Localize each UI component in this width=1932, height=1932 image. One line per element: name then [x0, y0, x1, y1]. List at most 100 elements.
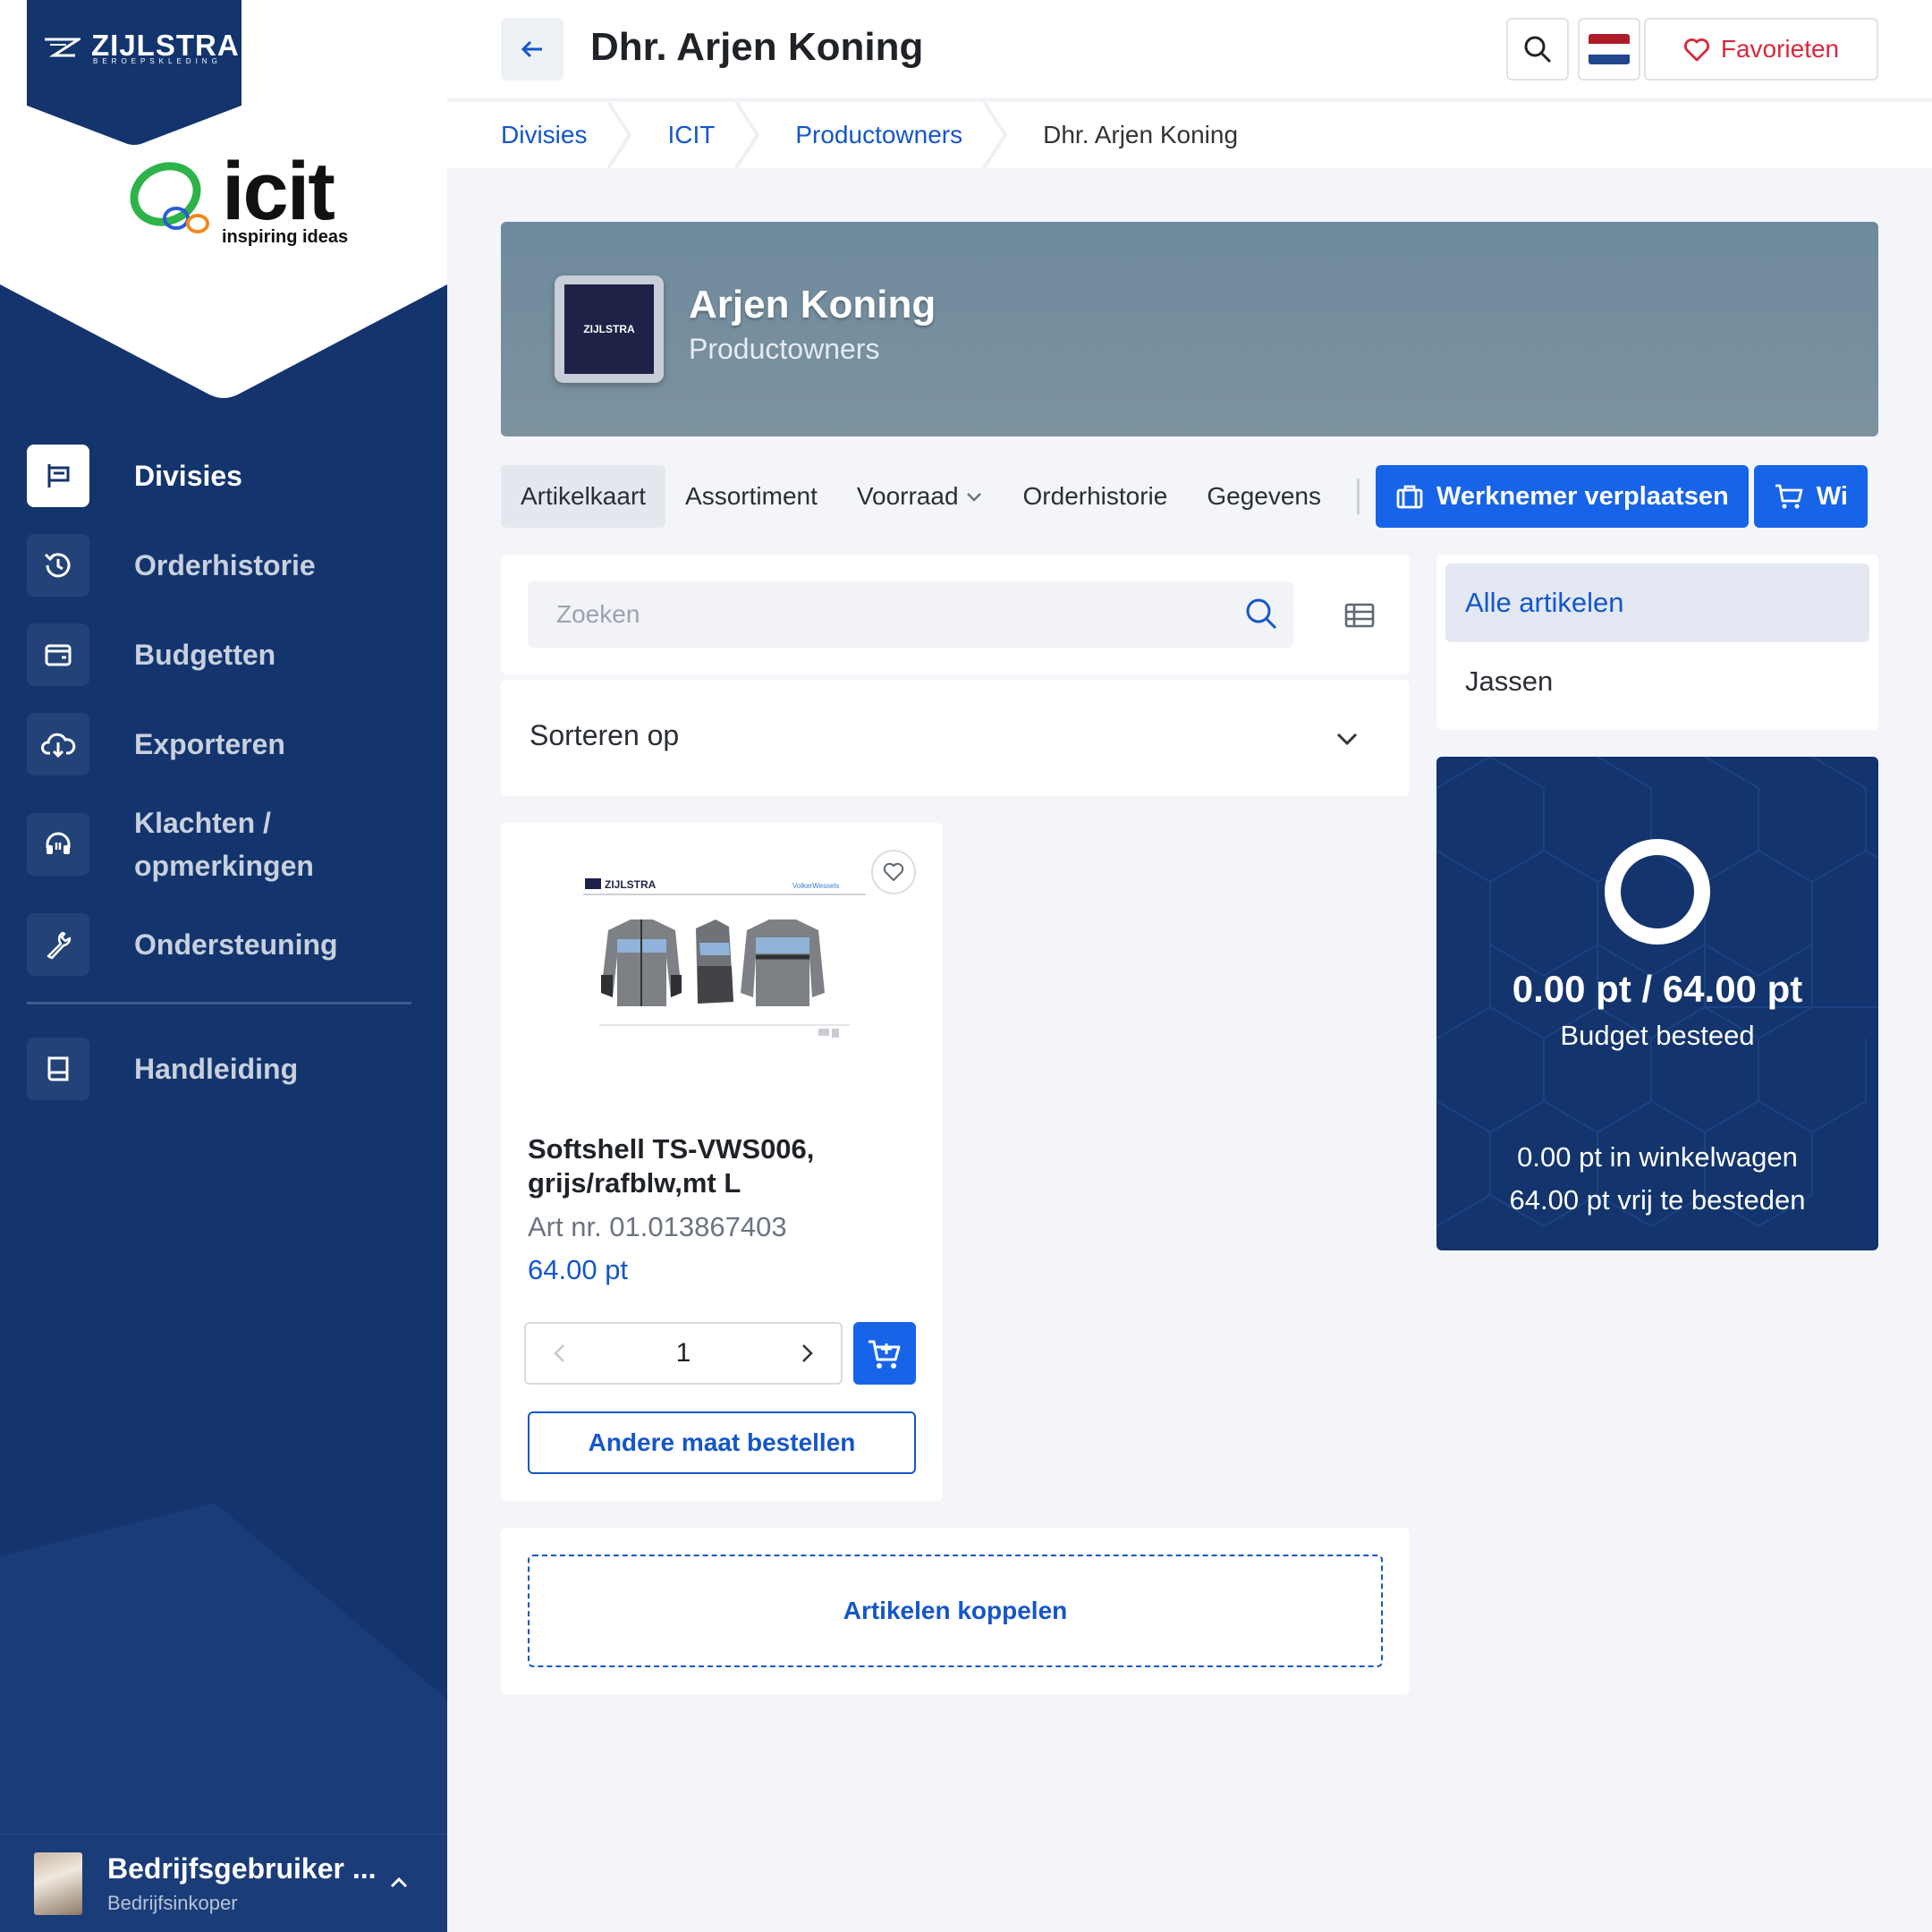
- chevron-left-icon: [554, 1344, 564, 1362]
- chevron-down-icon: [1336, 733, 1358, 746]
- sidebar-item-handleiding[interactable]: Handleiding: [27, 1037, 411, 1101]
- sidebar-item-label: Divisies: [134, 460, 242, 492]
- sidebar-item-budgetten[interactable]: Budgetten: [27, 623, 411, 687]
- tab-gegevens[interactable]: Gegevens: [1187, 465, 1341, 528]
- briefcase-icon: [1396, 485, 1423, 509]
- budget-progress-ring: [1605, 839, 1710, 945]
- budget-spent: 0.00 pt / 64.00 pt: [1512, 968, 1803, 1010]
- wrench-icon: [27, 913, 89, 976]
- dutch-flag-icon: [1589, 34, 1630, 64]
- chevron-down-icon: [966, 493, 981, 502]
- sidebar-item-label: Ondersteuning: [134, 928, 338, 961]
- heart-icon: [883, 862, 904, 881]
- favorite-toggle[interactable]: [871, 850, 916, 894]
- zijlstra-mark-icon: [45, 38, 80, 57]
- profile-banner: ZIJLSTRA Arjen Koning Productowners: [501, 222, 1878, 436]
- add-to-cart-button[interactable]: [853, 1322, 916, 1385]
- product-image-client: VolkerWessels: [792, 882, 839, 890]
- book-icon: [27, 1038, 89, 1100]
- sort-dropdown[interactable]: Sorteren op: [501, 680, 1410, 796]
- tab-voorraad[interactable]: Voorraad: [837, 465, 1004, 528]
- product-name: Softshell TS-VWS006, grijs/rafblw,mt L: [528, 1133, 815, 1199]
- sidebar-item-label: Exporteren: [134, 728, 285, 760]
- sidebar-item-label: Handleiding: [134, 1053, 299, 1085]
- breadcrumb-icit[interactable]: ICIT: [667, 121, 715, 149]
- sidebar-item-ondersteuning[interactable]: Ondersteuning: [27, 912, 411, 977]
- cart-add-icon: [869, 1340, 901, 1368]
- cloud-download-icon: [27, 713, 89, 775]
- breadcrumb-divisies[interactable]: Divisies: [501, 121, 587, 149]
- filter-all-articles[interactable]: Alle artikelen: [1445, 564, 1869, 642]
- product-article-number: Art nr. 01.013867403: [528, 1211, 787, 1242]
- logo-area: ZIJLSTRA BEROEPSKLEDING icit inspiring i…: [0, 0, 447, 402]
- employee-group: Productowners: [689, 333, 880, 365]
- user-role: Bedrijfsinkoper: [107, 1892, 238, 1914]
- client-logo-tagline: inspiring ideas: [222, 227, 349, 247]
- breadcrumb-separator: [982, 102, 1008, 168]
- budget-card: 0.00 pt / 64.00 pt Budget besteed 0.00 p…: [1436, 757, 1878, 1250]
- quantity-value[interactable]: 1: [676, 1338, 691, 1368]
- tab-bar: Artikelkaart Assortiment Voorraad Orderh…: [501, 465, 1878, 528]
- sidebar: ZIJLSTRA BEROEPSKLEDING icit inspiring i…: [0, 0, 447, 1932]
- quantity-decrease-button[interactable]: [544, 1331, 576, 1376]
- top-bar: Dhr. Arjen Koning Favorieten: [447, 0, 1932, 100]
- sidebar-item-label: Orderhistorie: [134, 549, 316, 581]
- sort-label: Sorteren op: [530, 719, 680, 751]
- sidebar-item-klachten[interactable]: Klachten / opmerkingen: [27, 801, 411, 887]
- breadcrumb-current: Dhr. Arjen Koning: [1043, 121, 1239, 148]
- sidebar-item-divisies[interactable]: Divisies: [27, 444, 411, 508]
- tab-artikelkaart[interactable]: Artikelkaart: [501, 465, 666, 528]
- table-view-icon: [1344, 603, 1375, 628]
- link-articles-button[interactable]: Artikelen koppelen: [528, 1555, 1383, 1667]
- client-logo-name: icit: [222, 146, 335, 237]
- company-logo-text: ZIJLSTRA: [564, 284, 654, 374]
- category-filter: Alle artikelen Jassen: [1436, 555, 1878, 730]
- tab-assortiment[interactable]: Assortiment: [665, 465, 837, 528]
- list-view-toggle[interactable]: [1333, 590, 1386, 640]
- breadcrumb-productowners[interactable]: Productowners: [795, 121, 962, 149]
- breadcrumb-separator: [734, 102, 760, 168]
- cart-label: Wi: [1816, 481, 1848, 511]
- user-menu[interactable]: Bedrijfsgebruiker ... Bedrijfsinkoper: [0, 1834, 447, 1932]
- product-price: 64.00 pt: [528, 1254, 629, 1285]
- page-title: Dhr. Arjen Koning: [590, 25, 924, 69]
- favorites-label: Favorieten: [1720, 35, 1840, 63]
- order-other-size-button[interactable]: Andere maat bestellen: [528, 1411, 916, 1474]
- sidebar-item-label: Klachten / opmerkingen: [134, 807, 314, 882]
- chevron-right-icon: [802, 1344, 813, 1362]
- global-search-button[interactable]: [1506, 18, 1569, 80]
- cart-button[interactable]: Wi: [1753, 465, 1868, 528]
- language-button[interactable]: [1578, 18, 1640, 80]
- chevron-up-icon[interactable]: [386, 1870, 411, 1895]
- breadcrumb-separator: [606, 102, 632, 168]
- cart-icon: [1775, 484, 1803, 509]
- budget-in-cart: 0.00 pt in winkelwagen: [1517, 1141, 1798, 1173]
- move-employee-label: Werknemer verplaatsen: [1436, 481, 1729, 511]
- quantity-stepper: 1: [524, 1322, 843, 1385]
- link-articles-card: Artikelen koppelen: [501, 1528, 1410, 1694]
- back-button[interactable]: [501, 18, 564, 80]
- avatar: [34, 1852, 82, 1915]
- wallet-icon: [27, 623, 89, 686]
- product-card: ZIJLSTRA VolkerWessels Softshell TS-VWS0…: [501, 823, 943, 1501]
- company-logo: ZIJLSTRA: [555, 275, 664, 383]
- arrow-left-icon: [521, 40, 542, 58]
- favorites-button[interactable]: Favorieten: [1644, 18, 1878, 80]
- headset-icon: [27, 813, 89, 876]
- sidebar-item-label: Budgetten: [134, 639, 276, 671]
- search-input[interactable]: [528, 581, 1293, 648]
- sidebar-nav: Divisies Orderhistorie Budgetten Exporte…: [27, 444, 411, 1126]
- sidebar-divider: [27, 1002, 411, 1004]
- sidebar-item-exporteren[interactable]: Exporteren: [27, 712, 411, 776]
- quantity-increase-button[interactable]: [791, 1331, 823, 1376]
- budget-spent-label: Budget besteed: [1560, 1020, 1755, 1051]
- move-employee-button[interactable]: Werknemer verplaatsen: [1376, 465, 1749, 528]
- user-name: Bedrijfsgebruiker ...: [107, 1852, 377, 1885]
- product-image-brand: ZIJLSTRA: [605, 878, 657, 891]
- search-icon[interactable]: [1243, 596, 1279, 631]
- filter-jassen[interactable]: Jassen: [1445, 642, 1869, 721]
- employee-name: Arjen Koning: [689, 283, 936, 326]
- tab-orderhistorie[interactable]: Orderhistorie: [1004, 465, 1188, 528]
- sidebar-item-orderhistorie[interactable]: Orderhistorie: [27, 533, 411, 597]
- search-card: [501, 555, 1410, 674]
